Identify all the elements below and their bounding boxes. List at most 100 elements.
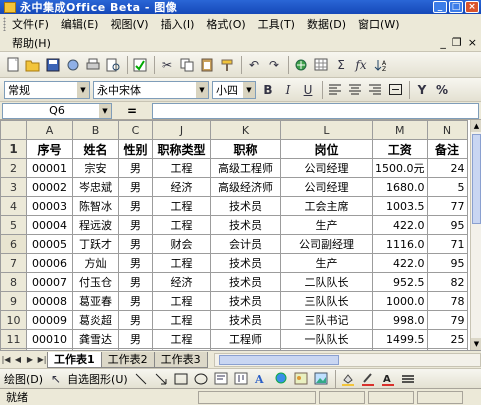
clipart-icon[interactable] bbox=[292, 370, 310, 388]
row-header[interactable]: 10 bbox=[0, 310, 27, 330]
column-header[interactable]: J bbox=[152, 120, 211, 140]
table-icon[interactable] bbox=[312, 56, 330, 74]
sheet-tab-1[interactable]: 工作表1 bbox=[47, 351, 102, 368]
row-header[interactable]: 11 bbox=[0, 329, 27, 349]
rectangle-icon[interactable] bbox=[172, 370, 190, 388]
doc-minimize-button[interactable]: _ bbox=[440, 36, 446, 49]
cell[interactable]: 男 bbox=[118, 177, 153, 197]
font-size-select[interactable]: 小四 ▼ bbox=[212, 80, 256, 99]
wordart-icon[interactable]: A bbox=[252, 370, 270, 388]
scroll-thumb[interactable] bbox=[218, 354, 339, 365]
cell[interactable]: 00007 bbox=[26, 272, 73, 292]
cell[interactable]: 998.0 bbox=[372, 310, 428, 330]
cell[interactable]: 程远波 bbox=[72, 215, 119, 235]
cell[interactable]: 1500.0元 bbox=[372, 158, 428, 178]
cell[interactable]: 技术员 bbox=[210, 291, 281, 311]
cell[interactable]: 男 bbox=[118, 272, 153, 292]
menu-edit[interactable]: 编辑(E) bbox=[61, 16, 99, 32]
column-header[interactable]: L bbox=[280, 120, 373, 140]
line-style-icon[interactable] bbox=[399, 370, 417, 388]
cell[interactable]: 工程 bbox=[152, 310, 211, 330]
cell[interactable]: 高级经济师 bbox=[210, 177, 281, 197]
cell[interactable]: 公司副经理 bbox=[280, 234, 373, 254]
font-select[interactable]: 永中宋体 ▼ bbox=[93, 80, 209, 99]
next-sheet-icon[interactable]: ▶ bbox=[24, 355, 36, 364]
cell[interactable]: 公司经理 bbox=[280, 158, 373, 178]
cell[interactable]: 77 bbox=[426, 196, 468, 216]
picture-icon[interactable] bbox=[312, 370, 330, 388]
menu-format[interactable]: 格式(O) bbox=[206, 16, 245, 32]
new-document-icon[interactable] bbox=[4, 56, 22, 74]
scroll-thumb[interactable] bbox=[472, 134, 481, 224]
sort-ascending-icon[interactable]: AZ bbox=[372, 56, 390, 74]
cell[interactable]: 工程 bbox=[152, 253, 211, 273]
cell[interactable]: 方灿 bbox=[72, 253, 119, 273]
cell[interactable]: 序号 bbox=[26, 139, 73, 159]
vertical-scrollbar[interactable]: ▲ ▼ bbox=[470, 120, 481, 350]
cell[interactable]: 95 bbox=[426, 215, 468, 235]
cell[interactable]: 男 bbox=[118, 253, 153, 273]
doc-close-button[interactable]: × bbox=[468, 36, 477, 49]
horizontal-scrollbar[interactable] bbox=[213, 352, 481, 367]
doc-restore-button[interactable]: ❐ bbox=[452, 36, 462, 49]
cell[interactable]: 00010 bbox=[26, 329, 73, 349]
row-header[interactable]: 9 bbox=[0, 291, 27, 311]
cell[interactable]: 技术员 bbox=[210, 310, 281, 330]
row-header[interactable]: 4 bbox=[0, 196, 27, 216]
cell[interactable]: 公司经理 bbox=[280, 177, 373, 197]
line-icon[interactable] bbox=[132, 370, 150, 388]
cell[interactable]: 姓名 bbox=[72, 139, 119, 159]
cell[interactable]: 技术员 bbox=[210, 253, 281, 273]
cell[interactable]: 00002 bbox=[26, 177, 73, 197]
cell[interactable]: 葛炎超 bbox=[72, 310, 119, 330]
select-arrow-icon[interactable]: ↖ bbox=[47, 370, 65, 388]
cell[interactable]: 1000.0 bbox=[372, 291, 428, 311]
line-color-icon[interactable] bbox=[359, 370, 377, 388]
cell[interactable]: 1680.0 bbox=[372, 177, 428, 197]
menu-tools[interactable]: 工具(T) bbox=[258, 16, 295, 32]
equals-button[interactable]: = bbox=[112, 104, 152, 118]
cell[interactable]: 24 bbox=[426, 158, 468, 178]
cell[interactable]: 会计员 bbox=[210, 234, 281, 254]
autosum-icon[interactable]: Σ bbox=[332, 56, 350, 74]
cell[interactable]: 82 bbox=[426, 272, 468, 292]
name-box[interactable]: Q6 ▼ bbox=[2, 102, 112, 119]
cell[interactable]: 79 bbox=[426, 310, 468, 330]
menu-view[interactable]: 视图(V) bbox=[110, 16, 148, 32]
cell[interactable]: 00005 bbox=[26, 234, 73, 254]
cell[interactable]: 00003 bbox=[26, 196, 73, 216]
cell[interactable]: 1499.5 bbox=[372, 329, 428, 349]
cell[interactable]: 工程 bbox=[152, 329, 211, 349]
diagram-icon[interactable] bbox=[272, 370, 290, 388]
currency-button[interactable]: Y bbox=[413, 81, 431, 99]
cell[interactable]: 1003.5 bbox=[372, 196, 428, 216]
menu-data[interactable]: 数据(D) bbox=[307, 16, 346, 32]
cell[interactable]: 男 bbox=[118, 196, 153, 216]
cell[interactable]: 00009 bbox=[26, 310, 73, 330]
cell[interactable]: 5 bbox=[426, 177, 468, 197]
style-select[interactable]: 常规 ▼ bbox=[4, 80, 90, 99]
fill-color-icon[interactable] bbox=[339, 370, 357, 388]
redo-icon[interactable]: ↷ bbox=[265, 56, 283, 74]
format-painter-icon[interactable] bbox=[218, 56, 236, 74]
cell[interactable]: 422.0 bbox=[372, 215, 428, 235]
row-header[interactable]: 2 bbox=[0, 158, 27, 178]
italic-button[interactable]: I bbox=[279, 81, 297, 99]
cell[interactable]: 生产 bbox=[280, 215, 373, 235]
print-icon[interactable] bbox=[84, 56, 102, 74]
cell[interactable]: 付玉仓 bbox=[72, 272, 119, 292]
cell[interactable]: 葛亚春 bbox=[72, 291, 119, 311]
cell[interactable]: 男 bbox=[118, 310, 153, 330]
cell[interactable]: 1116.0 bbox=[372, 234, 428, 254]
first-sheet-icon[interactable]: |◀ bbox=[0, 355, 12, 364]
close-button[interactable]: × bbox=[465, 1, 479, 13]
cell[interactable]: 龚雪达 bbox=[72, 329, 119, 349]
menu-file[interactable]: 文件(F) bbox=[12, 16, 49, 32]
autoshape-menu-button[interactable]: 自选图形(U) bbox=[67, 371, 128, 387]
hyperlink-icon[interactable] bbox=[292, 56, 310, 74]
cell[interactable]: 工程师 bbox=[210, 329, 281, 349]
cell[interactable]: 技术员 bbox=[210, 272, 281, 292]
column-header[interactable]: B bbox=[72, 120, 119, 140]
cell[interactable]: 00008 bbox=[26, 291, 73, 311]
row-header[interactable]: 6 bbox=[0, 234, 27, 254]
